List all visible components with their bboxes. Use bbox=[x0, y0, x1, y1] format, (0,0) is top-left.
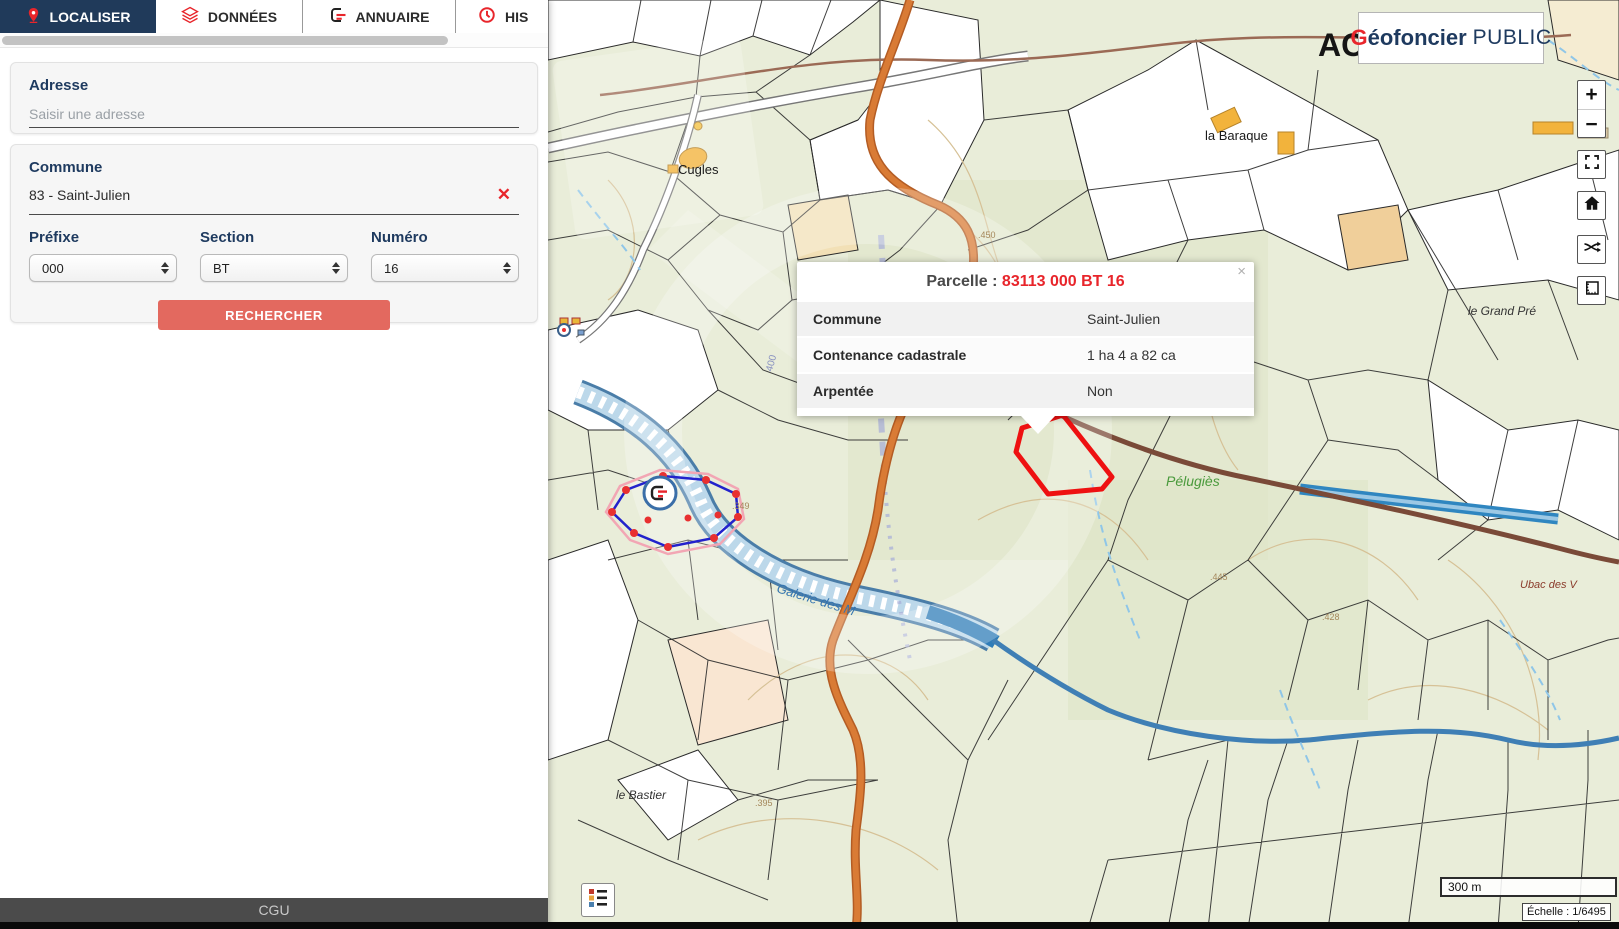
prefixe-select[interactable]: 000 bbox=[29, 254, 177, 282]
location-pin-icon bbox=[26, 7, 41, 27]
directory-icon bbox=[329, 6, 347, 27]
fullscreen-button[interactable] bbox=[1577, 150, 1606, 179]
popup-table: Commune Saint-Julien Contenance cadastra… bbox=[797, 300, 1254, 416]
shuffle-icon bbox=[1583, 238, 1601, 261]
map-canvas[interactable]: Cugles la Baraque le Grand Pré Pélugiès … bbox=[548, 0, 1619, 929]
label-bastier: le Bastier bbox=[616, 788, 667, 802]
panel-scrollbar-thumb[interactable] bbox=[2, 36, 448, 45]
logo-variant: PUBLIC bbox=[1473, 26, 1552, 50]
layers-icon bbox=[181, 6, 199, 27]
woods-patch-2 bbox=[1068, 480, 1368, 720]
section-value: BT bbox=[213, 261, 230, 276]
popup-row-contenance: Contenance cadastrale 1 ha 4 a 82 ca bbox=[797, 336, 1254, 372]
zoom-in-button[interactable]: + bbox=[1578, 81, 1605, 110]
tab-historique-label: HIS bbox=[505, 9, 528, 25]
prefixe-value: 000 bbox=[42, 261, 64, 276]
bottom-border bbox=[0, 922, 1619, 929]
stepper-icon bbox=[161, 262, 169, 274]
tab-annuaire[interactable]: ANNUAIRE bbox=[303, 0, 456, 33]
search-panel: LOCALISER DONNÉES ANNUAIRE HIS bbox=[0, 0, 548, 929]
mini-marker-dot bbox=[562, 328, 566, 332]
scale-ratio: Échelle : 1/6495 bbox=[1522, 903, 1611, 921]
tab-localiser[interactable]: LOCALISER bbox=[0, 0, 156, 33]
label-grand-pre: le Grand Pré bbox=[1468, 304, 1536, 318]
zoom-control: + − bbox=[1577, 80, 1606, 138]
cgu-link[interactable]: CGU bbox=[0, 898, 548, 922]
popup-parcel-id: 83113 000 BT 16 bbox=[1002, 273, 1125, 290]
prefixe-label: Préfixe bbox=[29, 229, 177, 246]
tab-localiser-label: LOCALISER bbox=[50, 9, 131, 25]
numero-value: 16 bbox=[384, 261, 398, 276]
adresse-label: Adresse bbox=[29, 77, 519, 94]
numero-select[interactable]: 16 bbox=[371, 254, 519, 282]
logo-name: éofoncier bbox=[1368, 25, 1467, 51]
legend-button[interactable] bbox=[581, 883, 615, 917]
elev-445: .445 bbox=[1210, 572, 1228, 582]
popup-row-arpentee: Arpentée Non bbox=[797, 372, 1254, 408]
rechercher-button[interactable]: RECHERCHER bbox=[158, 300, 390, 330]
cgu-label: CGU bbox=[258, 902, 289, 918]
elev-395: .395 bbox=[755, 798, 773, 808]
fullscreen-icon bbox=[1583, 153, 1601, 176]
stepper-icon bbox=[503, 262, 511, 274]
panel-scrollbar-track bbox=[0, 33, 548, 48]
elev-450: .450 bbox=[978, 230, 996, 240]
clock-icon bbox=[478, 6, 496, 27]
stepper-icon bbox=[332, 262, 340, 274]
popup-title-prefix: Parcelle : bbox=[926, 273, 997, 290]
commune-field[interactable]: 83 - Saint-Julien ✕ bbox=[29, 185, 519, 215]
measure-button[interactable] bbox=[1577, 276, 1606, 305]
zoom-out-button[interactable]: − bbox=[1578, 110, 1605, 139]
map-viewport[interactable]: Cugles la Baraque le Grand Pré Pélugiès … bbox=[548, 0, 1619, 929]
close-icon[interactable]: × bbox=[1237, 263, 1246, 280]
commune-card: Commune 83 - Saint-Julien ✕ Préfixe 000 … bbox=[10, 144, 538, 323]
label-village: Cugles bbox=[678, 162, 719, 177]
shuffle-layers-button[interactable] bbox=[1577, 235, 1606, 264]
home-button[interactable] bbox=[1577, 191, 1606, 220]
commune-label: Commune bbox=[29, 159, 519, 176]
logo-g: G bbox=[1351, 25, 1368, 51]
elev-428: .428 bbox=[1322, 612, 1340, 622]
tab-annuaire-label: ANNUAIRE bbox=[356, 9, 430, 25]
elev-349: .349 bbox=[732, 501, 750, 511]
parcel-popup: × Parcelle : 83113 000 BT 16 Commune Sai… bbox=[797, 262, 1254, 416]
geofoncier-logo: GéofoncierPUBLIC bbox=[1358, 12, 1544, 64]
parcel-selectors: Préfixe 000 Section BT Numéro bbox=[29, 229, 519, 282]
home-icon bbox=[1583, 194, 1601, 217]
rfu-marker-icon bbox=[644, 477, 676, 509]
adresse-input[interactable] bbox=[29, 103, 519, 128]
commune-value: 83 - Saint-Julien bbox=[29, 187, 130, 203]
label-la-baraque: la Baraque bbox=[1205, 128, 1268, 143]
label-ubac: Ubac des V bbox=[1520, 579, 1579, 591]
tab-historique[interactable]: HIS bbox=[456, 0, 548, 33]
popup-row-commune: Commune Saint-Julien bbox=[797, 300, 1254, 336]
section-label: Section bbox=[200, 229, 348, 246]
legend-icon bbox=[587, 887, 609, 914]
label-pelugies: Pélugiès bbox=[1166, 473, 1220, 489]
scale-bar-label: 300 m bbox=[1448, 880, 1481, 894]
measure-icon bbox=[1583, 279, 1601, 302]
tab-bar: LOCALISER DONNÉES ANNUAIRE HIS bbox=[0, 0, 548, 33]
clear-commune-icon[interactable]: ✕ bbox=[497, 185, 511, 205]
adresse-card: Adresse bbox=[10, 62, 538, 134]
geofoncier-app: Cugles la Baraque le Grand Pré Pélugiès … bbox=[0, 0, 1619, 929]
tab-donnees[interactable]: DONNÉES bbox=[156, 0, 303, 33]
numero-label: Numéro bbox=[371, 229, 519, 246]
popup-title: Parcelle : 83113 000 BT 16 bbox=[797, 262, 1254, 300]
tab-donnees-label: DONNÉES bbox=[208, 9, 277, 25]
scale-bar: 300 m bbox=[1440, 877, 1617, 897]
section-select[interactable]: BT bbox=[200, 254, 348, 282]
